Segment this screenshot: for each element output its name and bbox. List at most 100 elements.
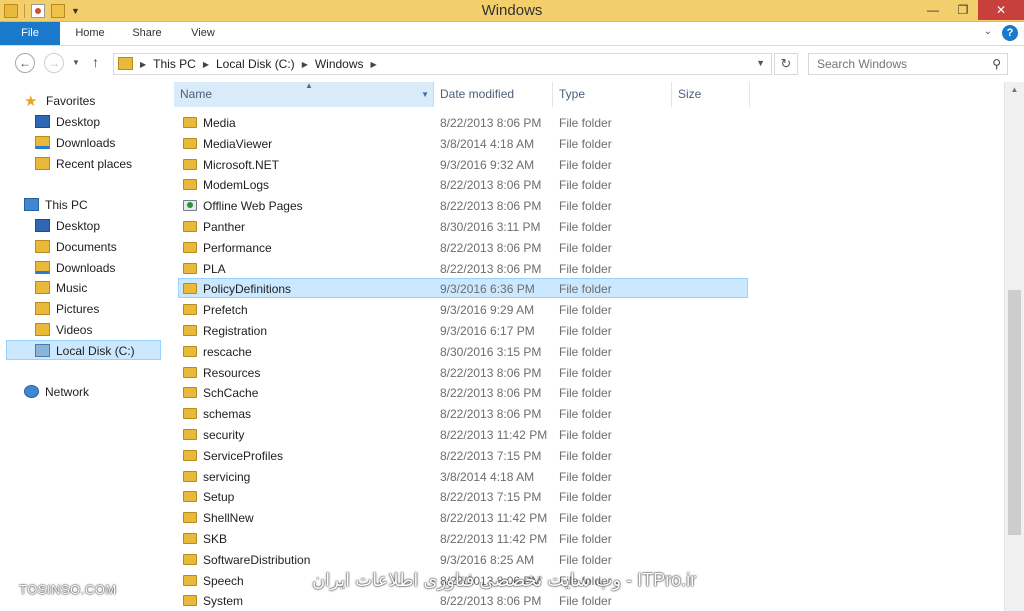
nav-this-pc-pictures[interactable]: Pictures [35, 299, 99, 319]
nav-network[interactable]: Network [24, 382, 89, 402]
chevron-right-icon[interactable]: ▶ [302, 57, 308, 72]
column-filter-chevron-icon[interactable]: ▼ [421, 82, 429, 107]
search-icon[interactable]: ⚲ [992, 57, 1001, 71]
file-name: ServiceProfiles [203, 448, 284, 463]
breadcrumb-this-pc[interactable]: This PC [153, 57, 196, 72]
refresh-button[interactable]: ↻ [774, 53, 798, 75]
nav-this-pc-documents[interactable]: Documents [35, 237, 117, 257]
nav-favorites-downloads[interactable]: Downloads [35, 133, 115, 153]
table-row[interactable]: Registration 9/3/2016 6:17 PM File folder [178, 320, 748, 340]
file-date-modified: 8/22/2013 8:06 PM [440, 365, 542, 380]
nav-favorites[interactable]: ★ Favorites [24, 91, 95, 111]
table-row[interactable]: PolicyDefinitions 9/3/2016 6:36 PM File fo… [178, 278, 748, 299]
navigation-bar: ← → ▼ ↑ ▶ This PC ▶ Local Disk (C:) ▶ Wi… [0, 46, 1024, 80]
tab-home[interactable]: Home [66, 22, 114, 45]
table-row[interactable]: servicing 3/8/2014 4:18 AM File folder [178, 466, 748, 486]
search-box[interactable]: ⚲ [808, 53, 1008, 75]
file-name: PLA [203, 261, 226, 276]
restore-button[interactable]: ❐ [948, 0, 978, 20]
table-row[interactable]: Performance 8/22/2013 8:06 PM File folder [178, 237, 748, 257]
file-type: File folder [559, 511, 612, 526]
table-row[interactable]: Media 8/22/2013 8:06 PM File folder [178, 112, 748, 132]
folder-icon [183, 574, 197, 586]
table-row[interactable]: SchCache 8/22/2013 8:06 PM File folder [178, 382, 748, 402]
recent-locations-chevron-icon[interactable]: ▼ [72, 58, 80, 67]
file-date-modified: 3/8/2014 4:18 AM [440, 136, 535, 151]
column-header-name[interactable]: ▲ Name ▼ [174, 81, 434, 107]
nav-item-label: Desktop [56, 115, 101, 129]
file-date-modified: 8/22/2013 8:06 PM [440, 178, 542, 193]
file-type: File folder [559, 532, 612, 546]
table-row[interactable]: SKB 8/22/2013 11:42 PM File folder [178, 528, 748, 548]
file-date-modified: 9/3/2016 9:32 AM [440, 157, 535, 172]
nav-this-pc[interactable]: This PC [24, 195, 88, 215]
chevron-right-icon[interactable]: ▶ [140, 57, 146, 72]
tab-view[interactable]: View [180, 22, 226, 45]
table-row[interactable]: System 8/22/2013 8:06 PM File folder [178, 590, 748, 610]
scrollbar-thumb[interactable] [1008, 290, 1021, 535]
nav-this-pc-desktop[interactable]: Desktop [35, 216, 100, 236]
folder-icon [183, 408, 197, 420]
file-type: File folder [559, 199, 612, 214]
table-row[interactable]: MediaViewer 3/8/2014 4:18 AM File folder [178, 133, 748, 153]
column-header-date[interactable]: Date modified [434, 82, 553, 107]
nav-this-pc-downloads[interactable]: Downloads [35, 258, 115, 278]
nav-this-pc-videos[interactable]: Videos [35, 320, 92, 340]
file-type: File folder [559, 428, 612, 442]
file-date-modified: 8/30/2016 3:15 PM [440, 344, 542, 359]
file-name: Setup [203, 490, 235, 505]
file-date-modified: 8/22/2013 7:15 PM [440, 490, 542, 505]
recent-places-icon [35, 157, 50, 170]
table-row[interactable]: Setup 8/22/2013 7:15 PM File folder [178, 486, 748, 506]
file-name: SoftwareDistribution [203, 552, 311, 567]
nav-item-label: Music [56, 281, 88, 295]
table-row[interactable]: rescache 8/30/2016 3:15 PM File folder [178, 341, 748, 361]
back-button[interactable]: ← [15, 53, 35, 73]
table-row[interactable]: Prefetch 9/3/2016 9:29 AM File folder [178, 299, 748, 319]
column-header-type[interactable]: Type [553, 82, 672, 107]
tab-share[interactable]: Share [124, 22, 170, 45]
breadcrumb: ▶ This PC ▶ Local Disk (C:) ▶ Windows ▶ [140, 57, 377, 72]
table-row[interactable]: ServiceProfiles 8/22/2013 7:15 PM File fol… [178, 445, 748, 465]
table-row[interactable]: ModemLogs 8/22/2013 8:06 PM File folder [178, 174, 748, 194]
address-bar[interactable]: ▶ This PC ▶ Local Disk (C:) ▶ Windows ▶ … [113, 53, 772, 75]
nav-this-pc-music[interactable]: Music [35, 278, 87, 298]
chevron-right-icon[interactable]: ▶ [371, 57, 377, 72]
scroll-up-icon[interactable]: ▲ [1005, 82, 1024, 98]
vertical-scrollbar[interactable]: ▲ [1004, 82, 1024, 611]
expand-ribbon-chevron-icon[interactable]: ⌄ [984, 26, 992, 37]
up-button[interactable]: ↑ [92, 54, 99, 70]
column-header-size[interactable]: Size [672, 82, 750, 107]
help-icon[interactable]: ? [1002, 25, 1018, 41]
close-button[interactable]: ✕ [978, 0, 1024, 20]
table-row[interactable]: Resources 8/22/2013 8:06 PM File folder [178, 362, 748, 382]
file-name: Resources [203, 365, 261, 380]
sort-ascending-icon: ▲ [305, 81, 313, 90]
table-row[interactable]: PLA 8/22/2013 8:06 PM File folder [178, 258, 748, 278]
navigation-pane: ★ Favorites Desktop Downloads Recent plac… [0, 82, 163, 611]
nav-favorites-recent-places[interactable]: Recent places [35, 154, 132, 174]
search-input[interactable] [809, 54, 985, 74]
folder-icon [183, 387, 197, 399]
file-type: File folder [559, 116, 612, 130]
minimize-button[interactable]: — [918, 0, 948, 20]
breadcrumb-local-disk[interactable]: Local Disk (C:) [216, 57, 295, 72]
nav-favorites-desktop[interactable]: Desktop [35, 112, 100, 132]
nav-this-pc-local-disk[interactable]: Local Disk (C:) [6, 340, 161, 360]
file-type: File folder [559, 178, 612, 193]
table-row[interactable]: security 8/22/2013 11:42 PM File folder [178, 424, 748, 444]
forward-button[interactable]: → [44, 53, 64, 73]
column-header-name-label: Name [180, 87, 213, 101]
table-row[interactable]: SoftwareDistribution 9/3/2016 8:25 AM File… [178, 549, 748, 569]
tab-file[interactable]: File [0, 22, 60, 45]
table-row[interactable]: Microsoft.NET 9/3/2016 9:32 AM File folder [178, 154, 748, 174]
title-bar: ▼ Windows — ❐ ✕ [0, 0, 1024, 22]
breadcrumb-windows[interactable]: Windows [315, 57, 364, 72]
table-row[interactable]: ShellNew 8/22/2013 11:42 PM File folder [178, 507, 748, 527]
table-row[interactable]: Panther 8/30/2016 3:11 PM File folder [178, 216, 748, 236]
address-history-chevron-icon[interactable]: ▼ [756, 58, 765, 68]
table-row[interactable]: Offline Web Pages 8/22/2013 8:06 PM File f… [178, 195, 748, 215]
table-row[interactable]: schemas 8/22/2013 8:06 PM File folder [178, 403, 748, 423]
chevron-right-icon[interactable]: ▶ [203, 57, 209, 72]
music-icon [35, 281, 50, 294]
